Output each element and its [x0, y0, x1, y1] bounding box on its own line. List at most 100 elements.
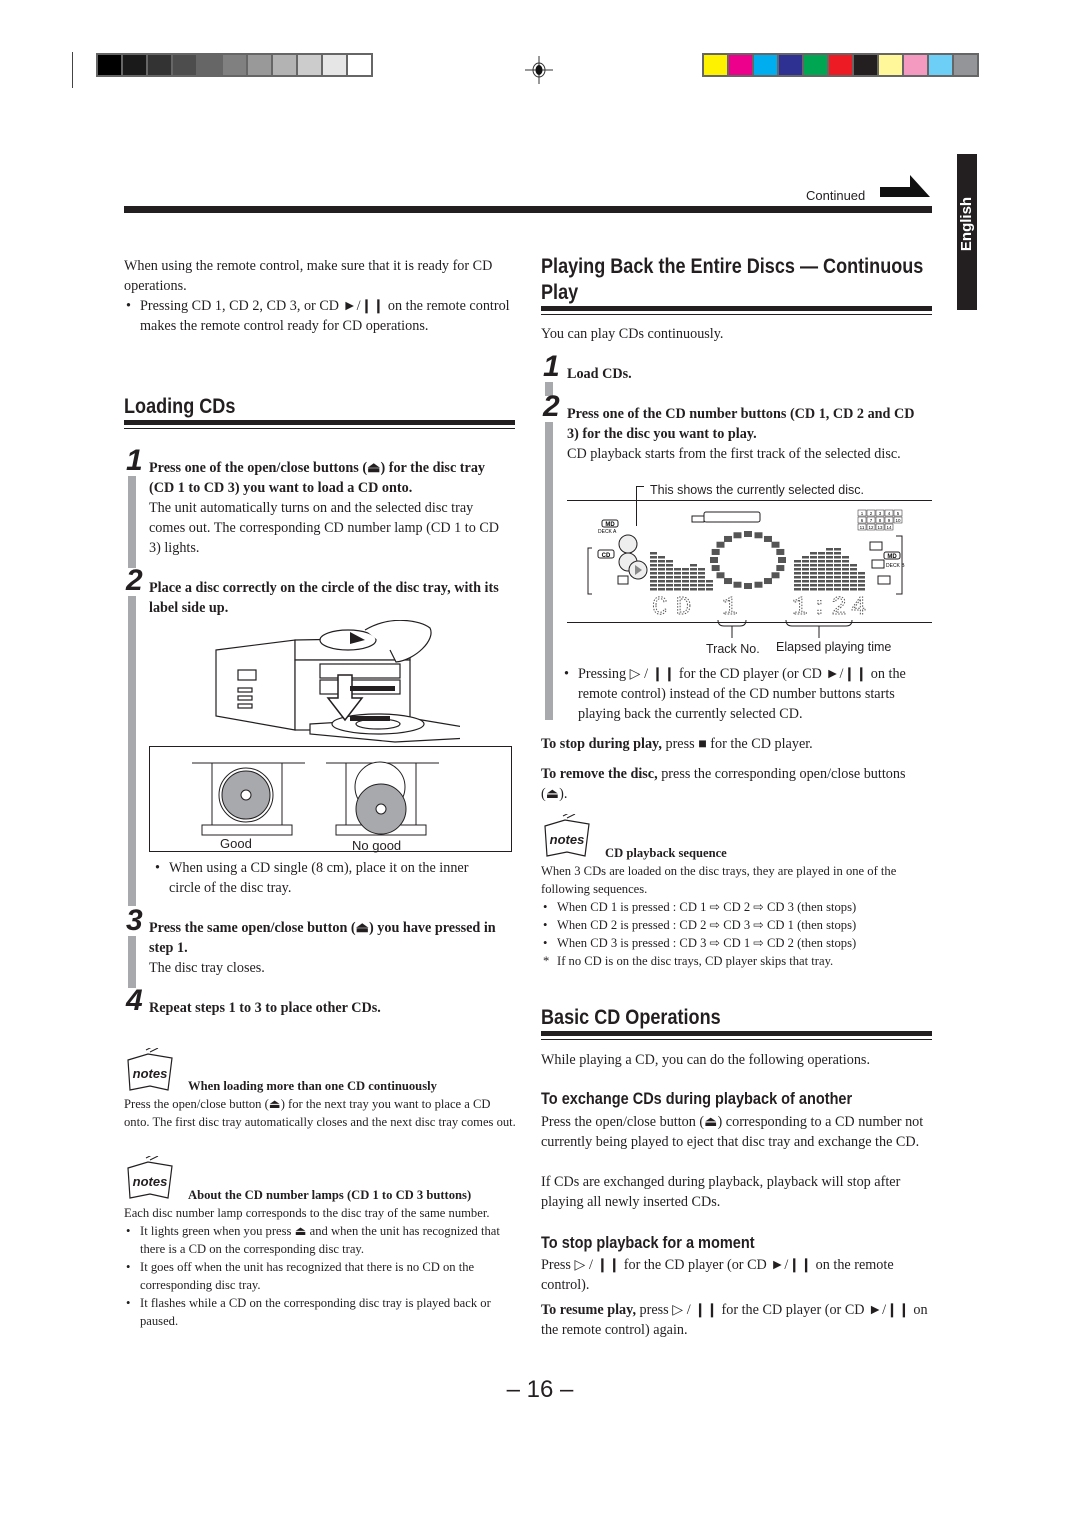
step-number: 1 — [126, 444, 143, 477]
lcd-segment — [682, 572, 689, 575]
note-3-content: When 3 CDs are loaded on the disc trays,… — [541, 862, 933, 970]
continued-label: Continued — [806, 188, 866, 203]
sequence-item: When CD 3 is pressed : CD 3 ⇨ CD 1 ⇨ CD … — [541, 934, 933, 952]
lcd-segment — [834, 580, 841, 583]
lcd-segment — [794, 584, 801, 587]
lcd-segment — [850, 584, 857, 587]
lcd-segment — [850, 572, 857, 575]
lcd-segment — [810, 576, 817, 579]
step-number: 3 — [126, 904, 143, 937]
lcd-segment — [802, 556, 809, 559]
step-bar — [545, 422, 553, 720]
exchange-text-2: If CDs are exchanged during playback, pl… — [541, 1174, 901, 1210]
note-3-title: CD playback sequence — [605, 846, 727, 860]
lcd-segment — [826, 588, 833, 591]
color-swatch — [929, 55, 952, 75]
lcd-segment — [802, 572, 809, 575]
lcd-segment — [716, 572, 725, 579]
lcd-segment — [794, 588, 801, 591]
lcd-segment — [810, 560, 817, 563]
color-swatch — [854, 55, 877, 75]
lcd-segment — [802, 580, 809, 583]
section-rule — [124, 428, 515, 429]
lcd-segment — [834, 588, 841, 591]
cont-bullet: Pressing ▷ / ❙❙ for the CD player (or CD… — [562, 664, 930, 724]
step-3: Press the same open/close button (⏏) you… — [149, 918, 511, 978]
lcd-segment — [710, 557, 718, 563]
color-swatch — [779, 55, 802, 75]
lcd-segment — [698, 572, 705, 575]
lcd-track-grid: 1 2 3 4 56 7 8 9 1011 12 13 14 — [857, 509, 903, 531]
step-1-detail: The unit automatically turns on and the … — [149, 500, 500, 556]
step-3-instruction: Press the same open/close button (⏏) you… — [149, 920, 496, 956]
step-bar — [128, 936, 136, 988]
lcd-segment — [858, 576, 865, 579]
lcd-segment — [826, 576, 833, 579]
note-2-bullet: It goes off when the unit has recognized… — [124, 1258, 516, 1294]
step-number: 2 — [543, 390, 560, 423]
language-tab-label: English — [958, 196, 975, 252]
lcd-segment — [690, 568, 697, 571]
lcd-segment — [842, 576, 849, 579]
lcd-segment — [650, 588, 657, 591]
lcd-segment — [818, 580, 825, 583]
lcd-segment — [858, 584, 865, 587]
disc-placement-drawing — [192, 761, 439, 836]
lcd-segment — [794, 580, 801, 583]
callout-line — [636, 486, 644, 487]
lcd-segment — [674, 584, 681, 587]
lcd-segment — [698, 580, 705, 583]
color-swatch — [729, 55, 752, 75]
lcd-segment — [650, 556, 657, 559]
lcd-elapsed-time: 1:24 — [792, 592, 870, 622]
lcd-segment — [706, 588, 713, 591]
lcd-track-cell-label: 13 — [877, 525, 883, 530]
color-swatch — [829, 55, 852, 75]
lcd-segment — [744, 531, 752, 537]
color-swatch — [904, 55, 927, 75]
notes-icon: notes — [127, 1156, 173, 1199]
cont-step-2-instruction: Press one of the CD number buttons (CD 1… — [567, 406, 915, 442]
lcd-segment — [690, 576, 697, 579]
lcd-segment — [826, 572, 833, 575]
color-swatch — [298, 55, 321, 75]
lcd-segment — [818, 576, 825, 579]
lcd-segment — [650, 576, 657, 579]
basic-intro: While playing a CD, you can do the follo… — [541, 1052, 871, 1068]
lcd-segment — [658, 580, 665, 583]
lcd-segment — [834, 560, 841, 563]
color-swatch — [879, 55, 902, 75]
lcd-segment — [666, 588, 673, 591]
lcd-segment — [733, 532, 742, 539]
lcd-segment — [858, 572, 865, 575]
cd-display-panel: MD DECK A CD 1 2 3 4 56 7 8 9 1011 12 13 14 MD DECK… — [587, 509, 905, 622]
lcd-segment — [763, 535, 772, 542]
lcd-segment — [834, 552, 841, 555]
lcd-segment — [658, 588, 665, 591]
remote-intro: When using the remote control, make sure… — [124, 258, 493, 294]
lcd-segment — [826, 580, 833, 583]
lcd-segment — [682, 580, 689, 583]
lcd-segment — [658, 568, 665, 571]
lcd-segment — [698, 588, 705, 591]
color-swatch — [223, 55, 246, 75]
lcd-segment — [818, 572, 825, 575]
step-4-instruction: Repeat steps 1 to 3 to place other CDs. — [149, 1000, 381, 1016]
remove-disc: To remove the disc, press the correspond… — [541, 764, 931, 804]
lcd-segment — [826, 556, 833, 559]
lcd-segment — [658, 572, 665, 575]
lcd-segment — [850, 580, 857, 583]
lcd-segment — [682, 568, 689, 571]
lcd-segment — [810, 552, 817, 555]
color-swatch — [148, 55, 171, 75]
lcd-md-right: MD — [887, 554, 897, 560]
note-1-title: When loading more than one CD continuous… — [188, 1079, 437, 1093]
lcd-segment — [810, 572, 817, 575]
lcd-segment — [818, 564, 825, 567]
note-2-bullet: It flashes while a CD on the correspondi… — [124, 1294, 516, 1330]
lcd-segment — [690, 580, 697, 583]
pause-text: Press ▷ / ❙❙ for the CD player (or CD ►/… — [541, 1257, 894, 1293]
lcd-segment — [810, 568, 817, 571]
lcd-segment — [834, 548, 841, 551]
color-swatch — [754, 55, 777, 75]
